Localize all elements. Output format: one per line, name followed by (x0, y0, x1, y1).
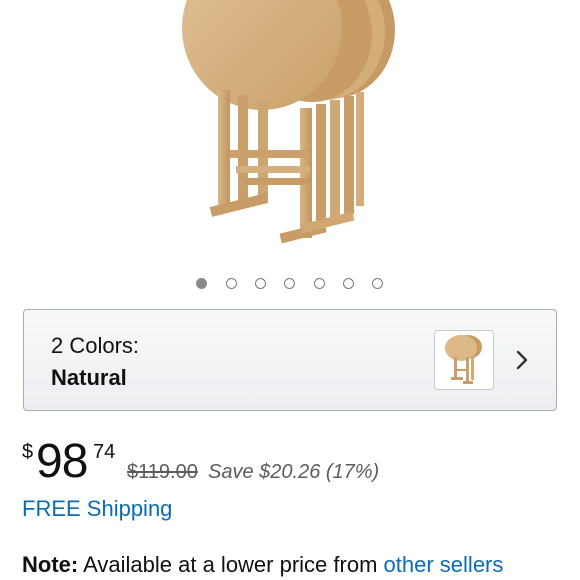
availability-note: Note: Available at a lower price from ot… (22, 552, 503, 578)
price-currency-symbol: $ (22, 441, 34, 463)
price-whole: 98 (36, 435, 88, 488)
free-shipping-link[interactable]: FREE Shipping (22, 496, 172, 522)
note-label: Note: (22, 552, 79, 577)
carousel-dot[interactable] (343, 278, 354, 289)
carousel-dot[interactable] (226, 278, 237, 289)
chevron-right-icon[interactable] (514, 349, 530, 371)
product-thumbnail-icon[interactable] (434, 330, 494, 390)
savings-text: Save $20.26 (17%) (208, 461, 380, 483)
other-sellers-link[interactable]: other sellers (384, 552, 504, 577)
price-fraction: 74 (93, 441, 116, 463)
tray-table-image (182, 0, 395, 244)
product-image[interactable] (0, 0, 580, 270)
carousel-dot[interactable] (196, 278, 207, 289)
list-price: $119.00 (127, 461, 198, 483)
color-variation-selector[interactable]: 2 Colors: Natural (23, 309, 557, 411)
variation-value: Natural (51, 365, 127, 390)
variation-label: 2 Colors: (51, 333, 140, 358)
carousel-dot[interactable] (372, 278, 383, 289)
carousel-dot[interactable] (284, 278, 295, 289)
carousel-dot[interactable] (255, 278, 266, 289)
carousel-dot[interactable] (314, 278, 325, 289)
image-carousel-dots (0, 277, 580, 293)
note-text: Available at a lower price from (83, 552, 378, 577)
